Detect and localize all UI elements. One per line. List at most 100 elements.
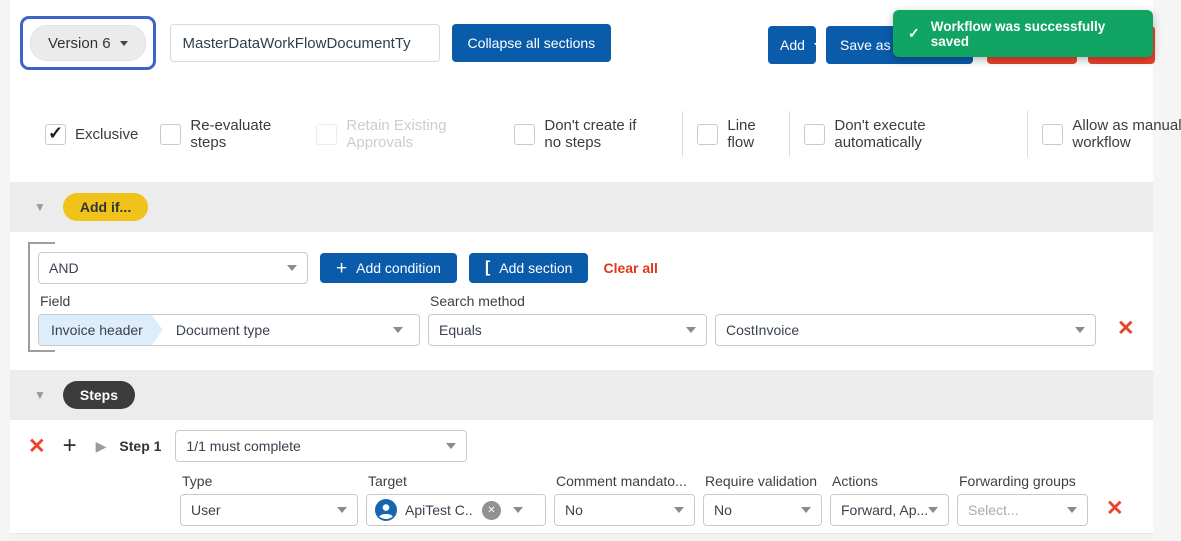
- type-dropdown[interactable]: User: [180, 494, 358, 526]
- checkbox-retain-existing-approvals: Retain Existing Approvals: [316, 117, 468, 151]
- checkbox-box[interactable]: [697, 124, 718, 145]
- completion-rule-dropdown[interactable]: 1/1 must complete: [175, 430, 467, 462]
- version-dropdown[interactable]: Version 6: [30, 25, 146, 61]
- delete-step-row-icon[interactable]: ✕: [1106, 498, 1124, 519]
- step-header-row: ✕ + ▶ Step 1 1/1 must complete: [10, 430, 1153, 462]
- add-button-label: Add: [780, 37, 805, 53]
- bracket-icon: [: [485, 260, 490, 276]
- require-validation-dropdown[interactable]: No: [703, 494, 822, 526]
- divider: [789, 111, 790, 157]
- chevron-down-icon: [120, 41, 128, 46]
- checkbox-dont-execute-automatically[interactable]: Don't execute automatically: [804, 117, 971, 151]
- version-selector-focus-ring: Version 6: [20, 16, 156, 70]
- forwarding-groups-label: Forwarding groups: [959, 473, 1088, 489]
- checkbox-label: Retain Existing Approvals: [346, 117, 468, 151]
- remove-condition-icon[interactable]: ✕: [1117, 318, 1135, 339]
- checkbox-box[interactable]: [45, 124, 66, 145]
- horizontal-scrollbar[interactable]: [10, 533, 1153, 541]
- comment-mandatory-dropdown[interactable]: No: [554, 494, 695, 526]
- target-value: ApiTest C...: [405, 502, 474, 518]
- require-validation-value: No: [714, 502, 732, 518]
- clear-all-link[interactable]: Clear all: [603, 260, 657, 276]
- conditions-section-header: ▼ Add if...: [10, 182, 1153, 232]
- completion-rule-value: 1/1 must complete: [186, 438, 300, 454]
- user-avatar-icon: [375, 499, 397, 521]
- steps-section-header: ▼ Steps: [10, 370, 1153, 420]
- workflow-editor: Version 6 Collapse all sections Add Save…: [10, 0, 1153, 541]
- delete-step-icon[interactable]: ✕: [28, 436, 46, 457]
- collapse-arrow-icon[interactable]: ▼: [34, 388, 46, 402]
- toolbar: Version 6 Collapse all sections Add Save…: [10, 0, 1153, 86]
- field-group-tag: Invoice header: [39, 315, 163, 345]
- checkbox-box[interactable]: [160, 124, 181, 145]
- target-column: Target ApiTest C... ✕: [366, 464, 546, 526]
- operator-dropdown[interactable]: AND: [38, 252, 308, 284]
- add-condition-button[interactable]: + Add condition: [320, 253, 457, 283]
- search-method-column: Search method Equals: [428, 284, 707, 346]
- checkbox-dont-create-if-no-steps[interactable]: Don't create if no steps: [514, 117, 656, 151]
- condition-value-dropdown[interactable]: CostInvoice: [715, 314, 1096, 346]
- require-validation-column: Require validation No: [703, 464, 822, 526]
- play-icon[interactable]: ▶: [96, 438, 107, 455]
- field-dropdown[interactable]: Invoice header Document type: [38, 314, 420, 346]
- field-label: Field: [40, 293, 420, 309]
- forwarding-groups-dropdown[interactable]: Select...: [957, 494, 1088, 526]
- chevron-down-icon: [1067, 507, 1077, 513]
- steps-badge[interactable]: Steps: [63, 381, 135, 409]
- checkbox-label: Exclusive: [75, 126, 138, 143]
- checkbox-label: Re-evaluate steps: [190, 117, 288, 151]
- target-dropdown[interactable]: ApiTest C... ✕: [366, 494, 546, 526]
- actions-dropdown[interactable]: Forward, Ap...: [830, 494, 949, 526]
- clear-target-icon[interactable]: ✕: [482, 501, 501, 520]
- type-column: Type User: [180, 464, 358, 526]
- workflow-options-row: Exclusive Re-evaluate steps Retain Exist…: [10, 86, 1153, 182]
- add-section-label: Add section: [499, 260, 572, 276]
- forwarding-groups-placeholder: Select...: [968, 502, 1019, 518]
- version-label: Version 6: [48, 35, 111, 52]
- type-value: User: [191, 502, 221, 518]
- search-method-dropdown[interactable]: Equals: [428, 314, 707, 346]
- add-button[interactable]: Add: [768, 26, 816, 64]
- checkbox-box[interactable]: [1042, 124, 1063, 145]
- collapse-all-sections-button[interactable]: Collapse all sections: [452, 24, 612, 62]
- add-step-icon[interactable]: +: [63, 434, 77, 458]
- checkbox-reevaluate-steps[interactable]: Re-evaluate steps: [160, 117, 288, 151]
- divider: [1027, 111, 1028, 157]
- search-method-label: Search method: [430, 293, 707, 309]
- collapse-arrow-icon[interactable]: ▼: [34, 200, 46, 214]
- checkbox-box[interactable]: [514, 124, 535, 145]
- workflow-name-input[interactable]: [170, 24, 440, 62]
- divider: [682, 111, 683, 157]
- checkbox-box[interactable]: [804, 124, 825, 145]
- checkbox-label: Don't create if no steps: [544, 117, 656, 151]
- add-if-badge[interactable]: Add if...: [63, 193, 148, 221]
- chevron-down-icon: [928, 507, 938, 513]
- add-section-button[interactable]: [ Add section: [469, 253, 589, 283]
- checkbox-exclusive[interactable]: Exclusive: [45, 124, 138, 145]
- conditions-panel: AND + Add condition [ Add section Clear …: [10, 232, 1153, 370]
- search-method-value: Equals: [439, 322, 482, 338]
- checkbox-allow-as-manual-workflow[interactable]: Allow as manual workflow: [1042, 117, 1181, 151]
- toast-message: Workflow was successfully saved: [931, 19, 1138, 49]
- chevron-down-icon: [337, 507, 347, 513]
- actions-value: Forward, Ap...: [841, 502, 928, 518]
- step-detail-row: Type User Target ApiTest C... ✕: [10, 464, 1153, 526]
- comment-mandatory-column: Comment mandato... No: [554, 464, 695, 526]
- chevron-down-icon: [393, 327, 403, 333]
- checkmark-icon: ✓: [908, 25, 920, 42]
- condition-value: CostInvoice: [726, 322, 799, 338]
- checkbox-line-flow[interactable]: Line flow: [697, 117, 769, 151]
- require-validation-label: Require validation: [705, 473, 822, 489]
- add-condition-label: Add condition: [356, 260, 441, 276]
- type-label: Type: [182, 473, 358, 489]
- chevron-down-icon: [686, 327, 696, 333]
- field-value: Document type: [176, 322, 270, 338]
- chevron-down-icon: [287, 265, 297, 271]
- condition-row: Field Invoice header Document type Searc…: [38, 284, 1153, 346]
- target-label: Target: [368, 473, 546, 489]
- condition-operator-row: AND + Add condition [ Add section Clear …: [38, 252, 1153, 284]
- chevron-down-icon: [513, 507, 523, 513]
- chevron-down-icon: [674, 507, 684, 513]
- checkbox-label: Line flow: [727, 117, 769, 151]
- checkbox-label: Allow as manual workflow: [1072, 117, 1181, 151]
